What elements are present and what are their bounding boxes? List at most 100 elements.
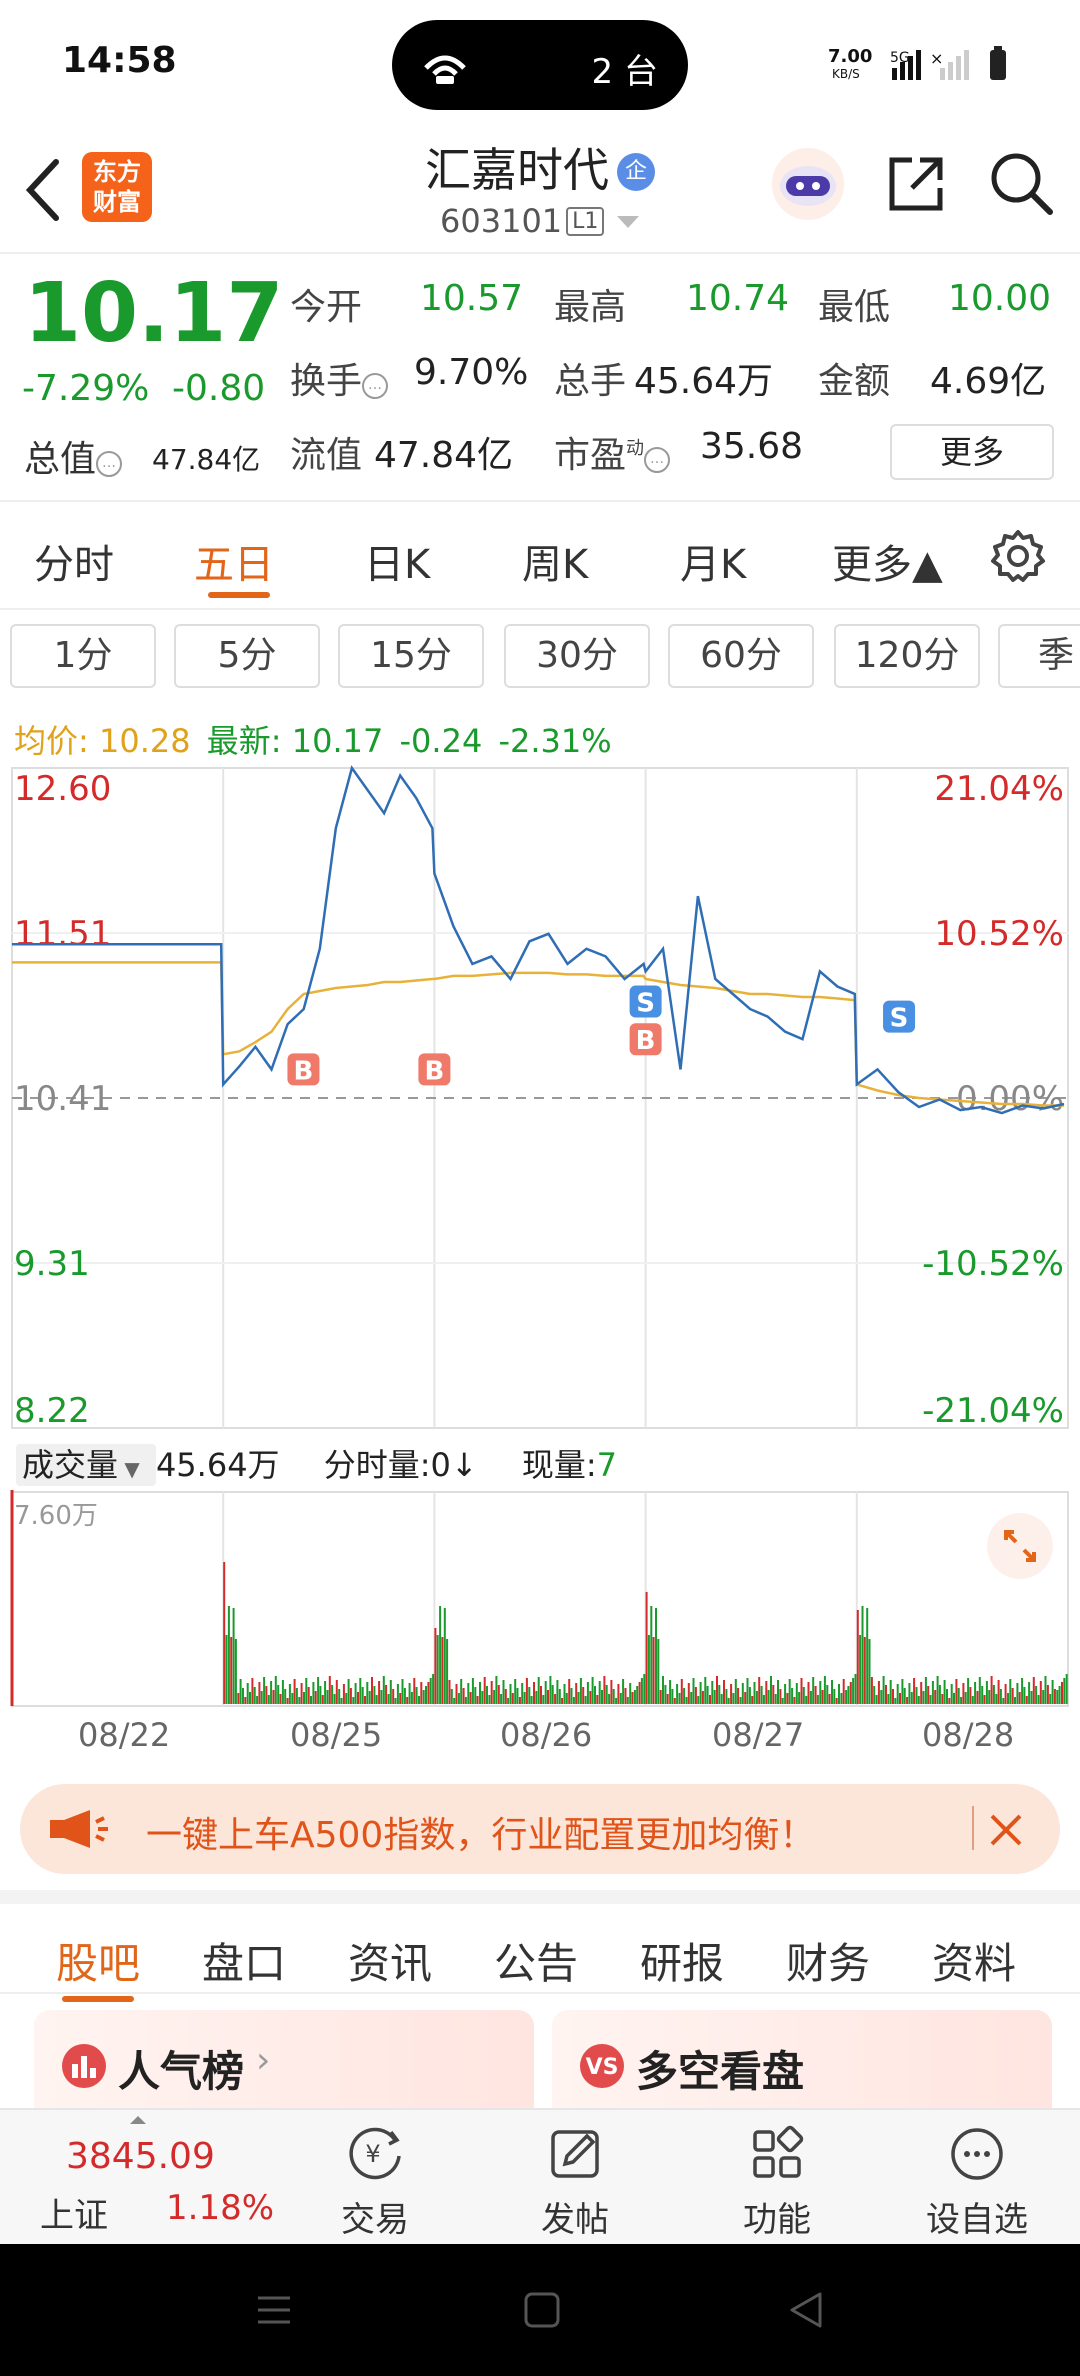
volume-bar [598,1681,601,1704]
stock-code-row[interactable]: 603101 L1 [440,202,641,240]
volume-bar [305,1678,308,1704]
tab-daily-k[interactable]: 日K [364,532,430,590]
y-tick-left: 9.31 [14,1244,90,1284]
popularity-card[interactable]: 人气榜 › [34,2010,534,2108]
total-cap-label[interactable]: 总值… [24,430,123,482]
volume-bar [563,1684,566,1704]
volume-bar [493,1690,496,1704]
volume-bar [835,1698,838,1704]
tab-announcements[interactable]: 公告 [494,1930,578,1991]
volume-bar [678,1693,681,1704]
tab-more[interactable]: 更多▲ [832,532,943,590]
current-volume-label: 现量: [521,1446,597,1484]
tab-finance[interactable]: 财务 [786,1930,870,1991]
volume-bar [1018,1692,1021,1704]
volume-bar [464,1697,467,1704]
turnover-label[interactable]: 换手… [290,352,389,404]
volume-bar [777,1680,779,1704]
season-button[interactable]: 季 [998,624,1080,688]
volume-bar [990,1676,993,1704]
volume-bar [481,1691,484,1704]
volume-bar [615,1698,618,1704]
home-icon[interactable] [522,2290,562,2330]
minute-5-button[interactable]: 5分 [174,624,320,688]
back-nav-icon[interactable] [786,2290,826,2330]
volume-selector[interactable]: 成交量 ▼ [16,1444,156,1486]
svg-text:B: B [424,1056,444,1086]
volume-bar [666,1694,669,1704]
volume-bar [847,1686,850,1704]
volume-bar [603,1676,606,1704]
volume-bar [894,1698,897,1704]
tab-news[interactable]: 资讯 [348,1930,432,1991]
volume-bar [434,1628,437,1704]
volume-bar [943,1680,946,1704]
volume-bar [1004,1684,1007,1704]
volume-bar [479,1682,481,1704]
volume-bar [802,1687,805,1704]
total-cap-value: 47.84亿 [152,443,261,476]
post-button[interactable]: 发帖 [510,2124,640,2241]
trade-markers: B BSBS [287,985,916,1086]
volume-bar [577,1692,580,1704]
tab-weekly-k[interactable]: 周K [522,532,588,590]
volume-bar [340,1698,343,1704]
volume-chart[interactable]: 7.60万 [0,1490,1080,1710]
volume-bar [380,1690,383,1704]
volume-bar [969,1687,972,1704]
y-axis-labels: 12.60 21.04% 11.51 10.52% 10.41 0.00% 9.31 -10.… [14,769,1064,1431]
volume-bar [788,1679,791,1704]
minute-15-button[interactable]: 15分 [338,624,484,688]
volume-bar [746,1678,749,1704]
volume-bar [946,1689,948,1704]
minute-1-button[interactable]: 1分 [10,624,156,688]
promo-banner[interactable]: 一键上车A500指数，行业配置更加均衡！ [20,1784,1060,1874]
pe-label[interactable]: 市盈动… [554,426,671,478]
volume-bar [366,1682,369,1704]
expand-icon[interactable] [986,1512,1054,1580]
volume-bar [687,1683,690,1704]
volume-bar [720,1694,723,1704]
long-short-card[interactable]: VS 多空看盘 [552,2010,1052,2108]
five-day-price-chart[interactable]: 12.60 21.04% 11.51 10.52% 10.41 0.00% 9.31 -10.… [0,760,1080,1440]
tab-five-day[interactable]: 五日 [194,532,274,590]
tab-pankou[interactable]: 盘口 [202,1930,286,1991]
minute-120-button[interactable]: 120分 [834,624,980,688]
signal-battery-icon: 7.00 KB/S 5G × [828,46,1006,81]
volume-bar [896,1684,899,1704]
volume-bar [601,1690,603,1704]
volume-bar [863,1637,866,1704]
tab-research[interactable]: 研报 [640,1930,724,1991]
minute-30-button[interactable]: 30分 [504,624,650,688]
minute-60-button[interactable]: 60分 [668,624,814,688]
functions-button[interactable]: 功能 [712,2124,842,2241]
edit-icon [551,2130,599,2178]
menu-icon[interactable] [254,2290,294,2330]
gear-icon[interactable] [990,528,1046,584]
volume-bar [1007,1693,1009,1704]
more-quote-button[interactable]: 更多 [890,424,1054,480]
chevron-down-icon [616,216,639,228]
volume-bar [239,1679,242,1704]
svg-text:×: × [930,49,943,68]
volume-bar [685,1697,688,1704]
ai-robot-icon[interactable] [770,146,846,222]
volume-bar [730,1684,733,1704]
avg-price-line [12,961,1064,1107]
share-icon[interactable] [884,152,948,216]
trade-button[interactable]: ¥ 交易 [310,2124,440,2241]
volume-bar [1044,1676,1047,1704]
close-icon[interactable] [988,1812,1024,1848]
search-icon[interactable] [988,150,1054,216]
volume-bar [528,1687,531,1704]
add-watchlist-button[interactable]: 设自选 [912,2124,1042,2241]
volume-bar [436,1635,439,1704]
tab-guba[interactable]: 股吧 [56,1930,140,1991]
tab-profile[interactable]: 资料 [932,1930,1016,1991]
svg-text:S: S [636,989,655,1019]
dynamic-island[interactable]: 2 台 [392,20,688,110]
high-value: 10.74 [686,278,790,319]
tab-monthly-k[interactable]: 月K [680,532,746,590]
tab-intraday[interactable]: 分时 [34,532,114,590]
volume-bar [1039,1681,1042,1704]
